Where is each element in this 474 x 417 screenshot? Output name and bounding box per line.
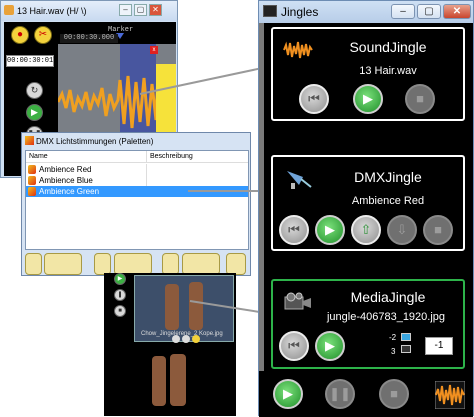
- screen-index-bottom: 3: [391, 347, 396, 356]
- selection-close-icon[interactable]: x: [150, 46, 158, 54]
- window-border: [259, 23, 264, 371]
- copy-palette-button[interactable]: [94, 253, 111, 275]
- add-palette-button[interactable]: [25, 253, 42, 275]
- cell-divider: [146, 164, 147, 175]
- dancer-figure: [170, 354, 186, 406]
- current-time-display: 00:00:30:017: [6, 55, 58, 67]
- cell-divider: [146, 175, 147, 186]
- play-button[interactable]: ▶: [26, 104, 43, 121]
- close-palette-button[interactable]: [226, 253, 246, 275]
- dmx-window-titlebar: DMX Lichtstimmungen (Paletten): [22, 133, 250, 149]
- jingles-window: Jingles – ▢ ✕ SoundJingle 13 Hair.wav ⏮ …: [258, 0, 474, 417]
- cut-icon[interactable]: ✂: [34, 26, 52, 44]
- master-control-bar: ▶ ❚❚ ■: [259, 371, 473, 417]
- audio-app-icon: [4, 5, 14, 15]
- dancer-figure: [152, 356, 166, 406]
- media-preview-window: ▶ ❚ ■ Chow_Jingelerene_2 Kope.jpg: [104, 273, 236, 416]
- column-header-name[interactable]: Name: [26, 151, 146, 163]
- down-button[interactable]: ⇩: [387, 215, 417, 245]
- media-preview-image: [104, 348, 236, 416]
- pause-icon[interactable]: ❚: [114, 289, 126, 301]
- jingles-title: Jingles: [281, 5, 319, 19]
- palette-icon: [28, 176, 36, 185]
- waveform-icon[interactable]: [435, 381, 465, 409]
- dancer-figure: [165, 284, 179, 330]
- jingles-titlebar: Jingles – ▢ ✕: [259, 1, 473, 23]
- send-palette-button[interactable]: [114, 253, 152, 275]
- palette-name: Ambience Blue: [39, 176, 93, 185]
- palette-name: Ambience Red: [39, 165, 92, 174]
- light-palette-button[interactable]: [162, 253, 179, 275]
- minimize-button[interactable]: –: [119, 4, 132, 16]
- pause-button[interactable]: ❚❚: [325, 379, 355, 409]
- stop-button[interactable]: ■: [405, 84, 435, 114]
- play-button[interactable]: ▶: [315, 331, 345, 361]
- rewind-button[interactable]: ⏮: [279, 331, 309, 361]
- jingle-title: SoundJingle: [349, 39, 427, 55]
- layer-number-field[interactable]: -1: [425, 337, 453, 355]
- palette-icon: [28, 165, 36, 174]
- play-icon[interactable]: ▶: [114, 273, 126, 285]
- play-button[interactable]: ▶: [315, 215, 345, 245]
- column-header-description[interactable]: Beschreibung: [146, 151, 248, 163]
- minimize-button[interactable]: –: [391, 4, 415, 19]
- dmx-app-icon: [25, 136, 34, 145]
- save-palette-button[interactable]: [182, 253, 220, 275]
- dmx-palette-window: DMX Lichtstimmungen (Paletten) Name Besc…: [21, 132, 251, 276]
- record-icon[interactable]: ●: [11, 26, 29, 44]
- palette-name: Ambience Green: [39, 187, 100, 196]
- zoom-in-icon[interactable]: [172, 335, 180, 343]
- stop-all-button[interactable]: ■: [379, 379, 409, 409]
- jingle-subtitle: jungle-406783_1920.jpg: [326, 311, 446, 323]
- rewind-button[interactable]: ⏮: [279, 215, 309, 245]
- sound-jingle-panel[interactable]: SoundJingle 13 Hair.wav ⏮ ▶ ■: [271, 27, 465, 121]
- zoom-out-icon[interactable]: [182, 335, 190, 343]
- screen-icon[interactable]: [401, 345, 411, 353]
- media-thumbnail[interactable]: Chow_Jingelerene_2 Kope.jpg: [134, 275, 234, 342]
- play-button[interactable]: ▶: [353, 84, 383, 114]
- media-jingle-panel[interactable]: MediaJingle jungle-406783_1920.jpg ⏮ ▶ -…: [271, 279, 465, 369]
- waveform-peak-block: [156, 64, 176, 134]
- timeline-ruler: 00:00:30.000: [60, 34, 118, 43]
- flag-icon[interactable]: [192, 335, 200, 343]
- close-button[interactable]: ✕: [149, 4, 162, 16]
- play-all-button[interactable]: ▶: [273, 379, 303, 409]
- loop-button[interactable]: ↻: [26, 82, 43, 99]
- edit-palette-button[interactable]: [44, 253, 82, 275]
- dancer-figure: [189, 282, 203, 330]
- maximize-button[interactable]: ▢: [417, 4, 441, 19]
- rewind-button[interactable]: ⏮: [299, 84, 329, 114]
- palette-list: Name Beschreibung Ambience Red Ambience …: [25, 150, 249, 250]
- stop-icon[interactable]: ■: [114, 305, 126, 317]
- jingle-title: DMXJingle: [354, 169, 422, 185]
- screen-icon[interactable]: [401, 333, 411, 341]
- up-button[interactable]: ⇧: [351, 215, 381, 245]
- palette-icon: [28, 187, 36, 196]
- close-button[interactable]: ✕: [443, 4, 471, 19]
- jingle-subtitle: 13 Hair.wav: [359, 65, 417, 77]
- maximize-button[interactable]: ▢: [134, 4, 147, 16]
- jingles-app-icon: [263, 5, 277, 17]
- list-item[interactable]: Ambience Blue: [26, 175, 248, 186]
- dmx-window-title: DMX Lichtstimmungen (Paletten): [36, 137, 154, 146]
- audio-window-title: 13 Hair.wav (H/ \): [17, 6, 87, 16]
- jingle-title: MediaJingle: [350, 289, 426, 305]
- list-item[interactable]: Ambience Red: [26, 164, 248, 175]
- stop-button[interactable]: ■: [423, 215, 453, 245]
- screen-index-top: -2: [389, 333, 397, 342]
- audio-window-titlebar: 13 Hair.wav (H/ \) – ▢ ✕: [1, 1, 177, 21]
- jingle-subtitle: Ambience Red: [351, 195, 425, 207]
- dmx-jingle-panel[interactable]: DMXJingle Ambience Red ⏮ ▶ ⇧ ⇩ ■: [271, 155, 465, 251]
